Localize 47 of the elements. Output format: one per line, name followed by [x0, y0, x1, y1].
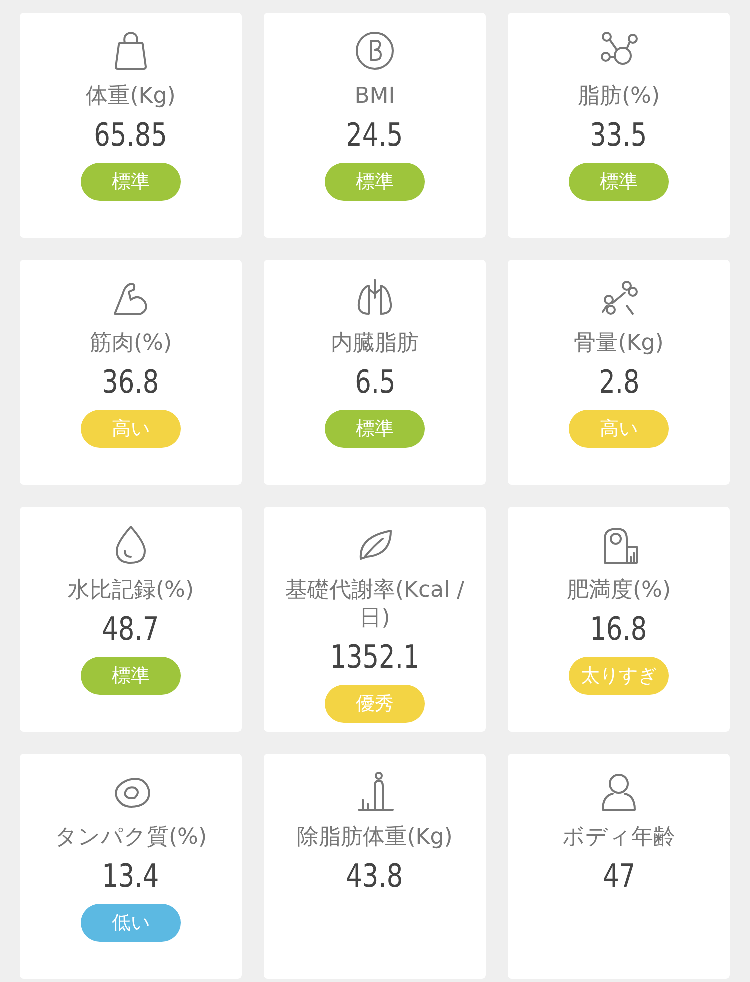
status-badge: 標準: [81, 163, 181, 201]
metric-card[interactable]: ボディ年齢 47: [508, 754, 730, 979]
metric-label: 骨量(Kg): [574, 330, 664, 358]
metric-value: 48.7: [102, 609, 160, 649]
metric-label: 肥満度(%): [566, 577, 672, 605]
status-badge: 標準: [81, 657, 181, 695]
metric-value: 43.8: [346, 856, 404, 896]
metric-card[interactable]: 基礎代謝率(Kcal / 日) 1352.1 優秀: [264, 507, 486, 732]
metric-value: 6.5: [354, 362, 396, 402]
metric-label: タンパク質(%): [54, 824, 208, 852]
metric-label: 体重(Kg): [86, 83, 176, 111]
metric-card[interactable]: BMI 24.5 標準: [264, 13, 486, 238]
metric-label: 内臓脂肪: [331, 330, 419, 358]
status-badge: 標準: [569, 163, 669, 201]
metric-card[interactable]: 骨量(Kg) 2.8 高い: [508, 260, 730, 485]
status-badge: 高い: [81, 410, 181, 448]
metric-label: 水比記録(%): [68, 577, 194, 605]
status-badge: 標準: [325, 410, 425, 448]
metric-value: 13.4: [102, 856, 160, 896]
metric-value: 47: [602, 856, 636, 896]
metric-card[interactable]: 除脂肪体重(Kg) 43.8: [264, 754, 486, 979]
status-badge: 標準: [325, 163, 425, 201]
metric-label: 筋肉(%): [90, 330, 172, 358]
metric-label: BMI: [354, 83, 396, 111]
metric-label: 脂肪(%): [578, 83, 660, 111]
metric-label: 除脂肪体重(Kg): [297, 824, 453, 852]
metric-card[interactable]: 脂肪(%) 33.5 標準: [508, 13, 730, 238]
status-badge: 低い: [81, 904, 181, 942]
metric-value: 16.8: [590, 609, 648, 649]
metric-value: 65.85: [94, 115, 168, 155]
metric-value: 1352.1: [330, 637, 420, 677]
metric-card[interactable]: 水比記録(%) 48.7 標準: [20, 507, 242, 732]
metric-value: 2.8: [598, 362, 640, 402]
metric-card[interactable]: 体重(Kg) 65.85 標準: [20, 13, 242, 238]
status-badge: 優秀: [325, 685, 425, 723]
circle-letter-icon: [353, 29, 397, 73]
metric-value: 36.8: [102, 362, 160, 402]
metric-card[interactable]: 肥満度(%) 16.8 太りすぎ: [508, 507, 730, 732]
metric-card[interactable]: 内臓脂肪 6.5 標準: [264, 260, 486, 485]
metric-label: 基礎代謝率(Kcal / 日): [284, 577, 466, 633]
metric-card[interactable]: タンパク質(%) 13.4 低い: [20, 754, 242, 979]
status-badge: 太りすぎ: [569, 657, 669, 695]
metric-card[interactable]: 筋肉(%) 36.8 高い: [20, 260, 242, 485]
status-badge: 高い: [569, 410, 669, 448]
metric-label: ボディ年齢: [562, 824, 676, 852]
metric-value: 24.5: [346, 115, 404, 155]
metric-value: 33.5: [590, 115, 648, 155]
